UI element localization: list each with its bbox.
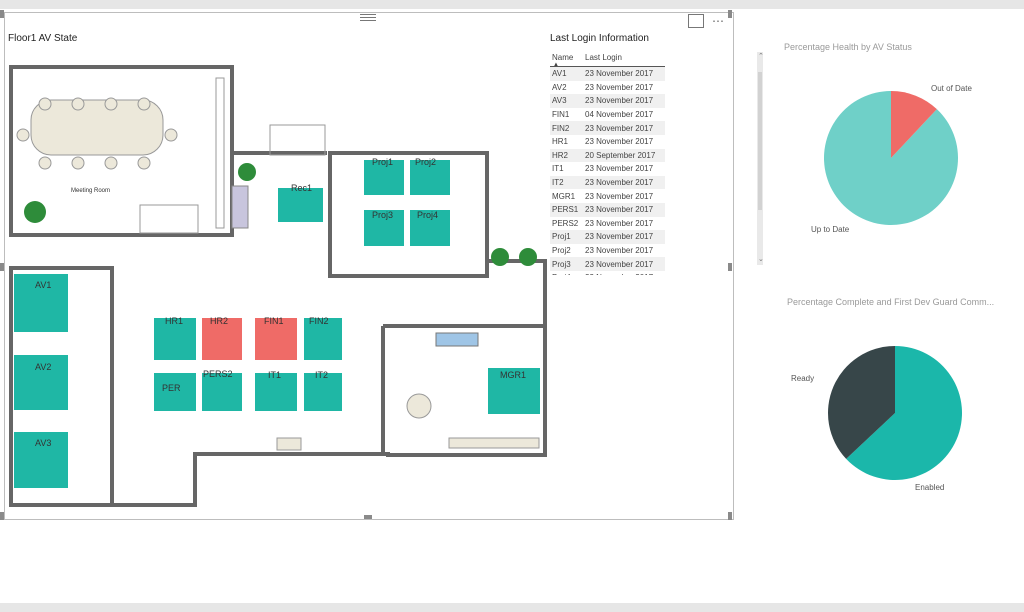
pie2-label-ready: Ready [791, 374, 815, 383]
pie2-label-enabled: Enabled [915, 483, 945, 492]
pie2-chart [828, 346, 963, 480]
